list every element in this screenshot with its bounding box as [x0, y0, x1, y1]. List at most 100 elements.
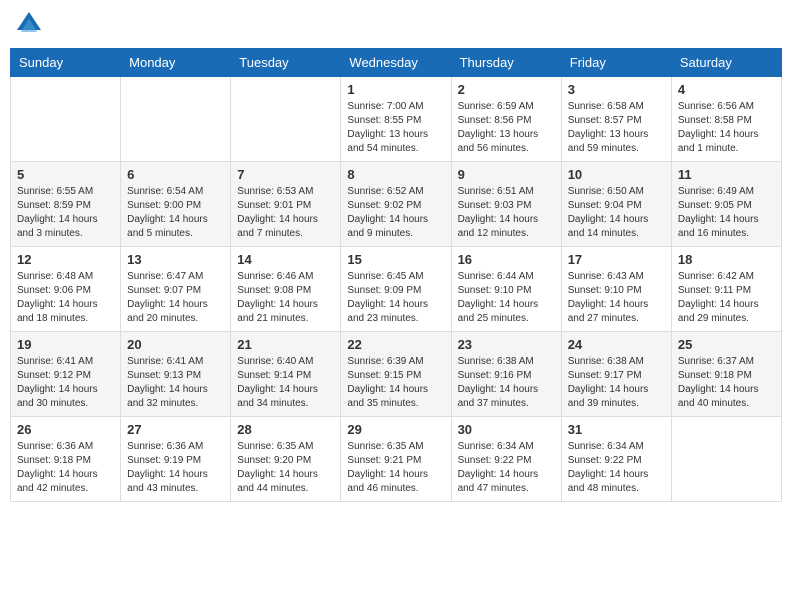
calendar-cell-2-5: 17 Sunrise: 6:43 AMSunset: 9:10 PMDayligh…	[561, 247, 671, 332]
header-friday: Friday	[561, 49, 671, 77]
day-info: Sunrise: 6:37 AMSunset: 9:18 PMDaylight:…	[678, 355, 775, 411]
day-info: Sunrise: 6:39 AMSunset: 9:15 PMDaylight:…	[347, 355, 444, 411]
calendar-cell-1-3: 8 Sunrise: 6:52 AMSunset: 9:02 PMDaylight…	[341, 162, 451, 247]
day-number: 27	[127, 422, 224, 437]
calendar-cell-0-2	[231, 77, 341, 162]
calendar-cell-0-0	[11, 77, 121, 162]
day-info: Sunrise: 6:59 AMSunset: 8:56 PMDaylight:…	[458, 100, 555, 156]
logo-icon	[15, 10, 43, 38]
calendar-cell-4-1: 27 Sunrise: 6:36 AMSunset: 9:19 PMDayligh…	[121, 417, 231, 502]
day-number: 6	[127, 167, 224, 182]
calendar-cell-3-4: 23Sunrise: 6:38 AMSunset: 9:16 PMDayligh…	[451, 332, 561, 417]
week-row-5: 26Sunrise: 6:36 AMSunset: 9:18 PMDayligh…	[11, 417, 782, 502]
day-info: Sunrise: 6:49 AMSunset: 9:05 PMDaylight:…	[678, 185, 775, 241]
calendar-cell-0-6: 4 Sunrise: 6:56 AMSunset: 8:58 PMDaylight…	[671, 77, 781, 162]
calendar-table: SundayMondayTuesdayWednesdayThursdayFrid…	[10, 48, 782, 502]
header-saturday: Saturday	[671, 49, 781, 77]
day-number: 24	[568, 337, 665, 352]
day-info: Sunrise: 6:45 AMSunset: 9:09 PMDaylight:…	[347, 270, 444, 326]
calendar-cell-3-1: 20Sunrise: 6:41 AMSunset: 9:13 PMDayligh…	[121, 332, 231, 417]
day-number: 30	[458, 422, 555, 437]
day-info: Sunrise: 6:54 AMSunset: 9:00 PMDaylight:…	[127, 185, 224, 241]
day-info: Sunrise: 6:48 AMSunset: 9:06 PMDaylight:…	[17, 270, 114, 326]
day-info: Sunrise: 6:50 AMSunset: 9:04 PMDaylight:…	[568, 185, 665, 241]
day-info: Sunrise: 6:36 AMSunset: 9:19 PMDaylight:…	[127, 440, 224, 496]
day-number: 8	[347, 167, 444, 182]
week-row-1: 1 Sunrise: 7:00 AMSunset: 8:55 PMDaylight…	[11, 77, 782, 162]
day-info: Sunrise: 6:44 AMSunset: 9:10 PMDaylight:…	[458, 270, 555, 326]
day-info: Sunrise: 6:38 AMSunset: 9:17 PMDaylight:…	[568, 355, 665, 411]
calendar-header-row: SundayMondayTuesdayWednesdayThursdayFrid…	[11, 49, 782, 77]
calendar-cell-1-1: 6 Sunrise: 6:54 AMSunset: 9:00 PMDaylight…	[121, 162, 231, 247]
week-row-4: 19 Sunrise: 6:41 AMSunset: 9:12 PMDayligh…	[11, 332, 782, 417]
day-info: Sunrise: 6:56 AMSunset: 8:58 PMDaylight:…	[678, 100, 775, 156]
day-number: 9	[458, 167, 555, 182]
header-thursday: Thursday	[451, 49, 561, 77]
calendar-cell-3-3: 22Sunrise: 6:39 AMSunset: 9:15 PMDayligh…	[341, 332, 451, 417]
page-header	[10, 10, 782, 38]
day-number: 18	[678, 252, 775, 267]
day-number: 17	[568, 252, 665, 267]
calendar-cell-2-0: 12 Sunrise: 6:48 AMSunset: 9:06 PMDayligh…	[11, 247, 121, 332]
day-info: Sunrise: 6:35 AMSunset: 9:20 PMDaylight:…	[237, 440, 334, 496]
day-info: Sunrise: 6:53 AMSunset: 9:01 PMDaylight:…	[237, 185, 334, 241]
day-number: 15	[347, 252, 444, 267]
day-number: 14	[237, 252, 334, 267]
header-wednesday: Wednesday	[341, 49, 451, 77]
day-number: 21	[237, 337, 334, 352]
day-info: Sunrise: 6:35 AMSunset: 9:21 PMDaylight:…	[347, 440, 444, 496]
day-info: Sunrise: 6:41 AMSunset: 9:13 PMDaylight:…	[127, 355, 224, 411]
day-info: Sunrise: 6:40 AMSunset: 9:14 PMDaylight:…	[237, 355, 334, 411]
day-number: 10	[568, 167, 665, 182]
day-number: 5	[17, 167, 114, 182]
calendar-cell-4-3: 29Sunrise: 6:35 AMSunset: 9:21 PMDayligh…	[341, 417, 451, 502]
calendar-cell-0-1	[121, 77, 231, 162]
day-info: Sunrise: 6:41 AMSunset: 9:12 PMDaylight:…	[17, 355, 114, 411]
day-number: 19	[17, 337, 114, 352]
day-number: 16	[458, 252, 555, 267]
calendar-cell-2-1: 13Sunrise: 6:47 AMSunset: 9:07 PMDayligh…	[121, 247, 231, 332]
calendar-cell-4-2: 28 Sunrise: 6:35 AMSunset: 9:20 PMDayligh…	[231, 417, 341, 502]
week-row-2: 5 Sunrise: 6:55 AMSunset: 8:59 PMDaylight…	[11, 162, 782, 247]
calendar-cell-3-5: 24 Sunrise: 6:38 AMSunset: 9:17 PMDayligh…	[561, 332, 671, 417]
day-number: 4	[678, 82, 775, 97]
calendar-cell-4-4: 30Sunrise: 6:34 AMSunset: 9:22 PMDayligh…	[451, 417, 561, 502]
day-number: 11	[678, 167, 775, 182]
day-info: Sunrise: 6:58 AMSunset: 8:57 PMDaylight:…	[568, 100, 665, 156]
day-number: 25	[678, 337, 775, 352]
calendar-cell-4-5: 31 Sunrise: 6:34 AMSunset: 9:22 PMDayligh…	[561, 417, 671, 502]
day-number: 28	[237, 422, 334, 437]
calendar-cell-3-2: 21 Sunrise: 6:40 AMSunset: 9:14 PMDayligh…	[231, 332, 341, 417]
day-number: 12	[17, 252, 114, 267]
header-monday: Monday	[121, 49, 231, 77]
header-sunday: Sunday	[11, 49, 121, 77]
calendar-cell-2-3: 15 Sunrise: 6:45 AMSunset: 9:09 PMDayligh…	[341, 247, 451, 332]
logo	[15, 10, 47, 38]
calendar-cell-1-4: 9 Sunrise: 6:51 AMSunset: 9:03 PMDaylight…	[451, 162, 561, 247]
calendar-cell-0-4: 2 Sunrise: 6:59 AMSunset: 8:56 PMDaylight…	[451, 77, 561, 162]
day-number: 13	[127, 252, 224, 267]
day-number: 31	[568, 422, 665, 437]
calendar-cell-3-0: 19 Sunrise: 6:41 AMSunset: 9:12 PMDayligh…	[11, 332, 121, 417]
calendar-cell-2-4: 16 Sunrise: 6:44 AMSunset: 9:10 PMDayligh…	[451, 247, 561, 332]
day-number: 1	[347, 82, 444, 97]
day-info: Sunrise: 6:42 AMSunset: 9:11 PMDaylight:…	[678, 270, 775, 326]
day-info: Sunrise: 6:52 AMSunset: 9:02 PMDaylight:…	[347, 185, 444, 241]
calendar-cell-2-6: 18 Sunrise: 6:42 AMSunset: 9:11 PMDayligh…	[671, 247, 781, 332]
calendar-cell-1-6: 11 Sunrise: 6:49 AMSunset: 9:05 PMDayligh…	[671, 162, 781, 247]
calendar-cell-4-0: 26Sunrise: 6:36 AMSunset: 9:18 PMDayligh…	[11, 417, 121, 502]
calendar-cell-2-2: 14 Sunrise: 6:46 AMSunset: 9:08 PMDayligh…	[231, 247, 341, 332]
day-info: Sunrise: 6:55 AMSunset: 8:59 PMDaylight:…	[17, 185, 114, 241]
day-number: 3	[568, 82, 665, 97]
day-number: 26	[17, 422, 114, 437]
day-info: Sunrise: 6:38 AMSunset: 9:16 PMDaylight:…	[458, 355, 555, 411]
calendar-cell-4-6	[671, 417, 781, 502]
day-info: Sunrise: 6:34 AMSunset: 9:22 PMDaylight:…	[568, 440, 665, 496]
day-number: 2	[458, 82, 555, 97]
calendar-cell-1-0: 5 Sunrise: 6:55 AMSunset: 8:59 PMDaylight…	[11, 162, 121, 247]
day-info: Sunrise: 6:43 AMSunset: 9:10 PMDaylight:…	[568, 270, 665, 326]
day-info: Sunrise: 6:51 AMSunset: 9:03 PMDaylight:…	[458, 185, 555, 241]
day-info: Sunrise: 7:00 AMSunset: 8:55 PMDaylight:…	[347, 100, 444, 156]
day-info: Sunrise: 6:46 AMSunset: 9:08 PMDaylight:…	[237, 270, 334, 326]
calendar-cell-0-5: 3 Sunrise: 6:58 AMSunset: 8:57 PMDaylight…	[561, 77, 671, 162]
